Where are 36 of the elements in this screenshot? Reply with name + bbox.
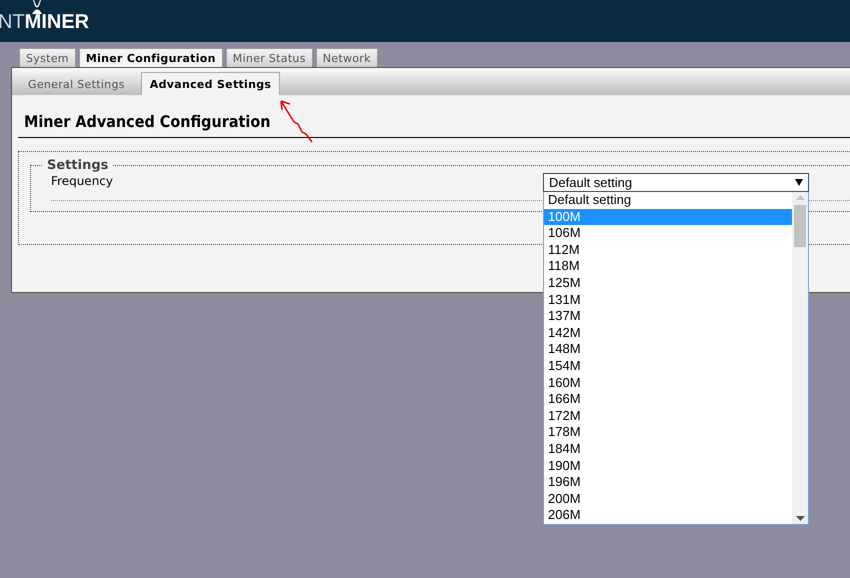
dropdown-option[interactable]: 118M xyxy=(544,258,792,275)
dropdown-option[interactable]: 154M xyxy=(544,358,792,375)
dropdown-option[interactable]: 190M xyxy=(544,458,792,474)
dropdown-option[interactable]: 137M xyxy=(544,308,792,325)
dropdown-option[interactable]: 131M xyxy=(544,292,792,308)
dropdown-option[interactable]: Default setting xyxy=(544,192,792,209)
dropdown-caret-icon xyxy=(795,179,803,186)
logo-text: NTMINER xyxy=(0,11,90,34)
fieldset-legend: Settings xyxy=(43,158,112,173)
dropdown-option[interactable]: 166M xyxy=(544,391,792,408)
scrollbar-thumb[interactable] xyxy=(794,205,806,247)
tab[interactable]: Miner Configuration xyxy=(78,48,223,69)
dropdown-option[interactable]: 142M xyxy=(544,324,792,342)
dropdown-option[interactable]: 112M xyxy=(544,242,792,258)
subtab[interactable]: General Settings xyxy=(12,78,137,95)
page-title: Miner Advanced Configuration xyxy=(18,95,850,138)
dropdown-option[interactable]: 200M xyxy=(544,490,792,508)
dropdown-option[interactable]: 106M xyxy=(544,225,792,242)
dropdown-option[interactable]: 148M xyxy=(544,341,792,358)
field-label: Frequency xyxy=(51,173,114,188)
tab[interactable]: System xyxy=(19,48,76,68)
frequency-dropdown[interactable]: Default setting xyxy=(543,173,809,192)
scrollbar[interactable] xyxy=(792,192,808,524)
subtab[interactable]: Advanced Settings xyxy=(140,72,280,95)
dropdown-option[interactable]: 206M xyxy=(544,507,792,524)
scroll-down-icon[interactable] xyxy=(796,516,804,521)
scroll-up-icon[interactable] xyxy=(796,195,804,200)
dropdown-option[interactable]: 172M xyxy=(544,408,792,424)
dropdown-option[interactable]: 178M xyxy=(544,424,792,441)
tab[interactable]: Network xyxy=(316,48,378,68)
dropdown-option[interactable]: 184M xyxy=(544,440,792,458)
dropdown-option[interactable]: 125M xyxy=(544,274,792,292)
logo-icon xyxy=(30,0,44,14)
tab[interactable]: Miner Status xyxy=(226,48,313,68)
dropdown-option[interactable]: 160M xyxy=(544,374,792,392)
dropdown-option[interactable]: 196M xyxy=(544,474,792,491)
